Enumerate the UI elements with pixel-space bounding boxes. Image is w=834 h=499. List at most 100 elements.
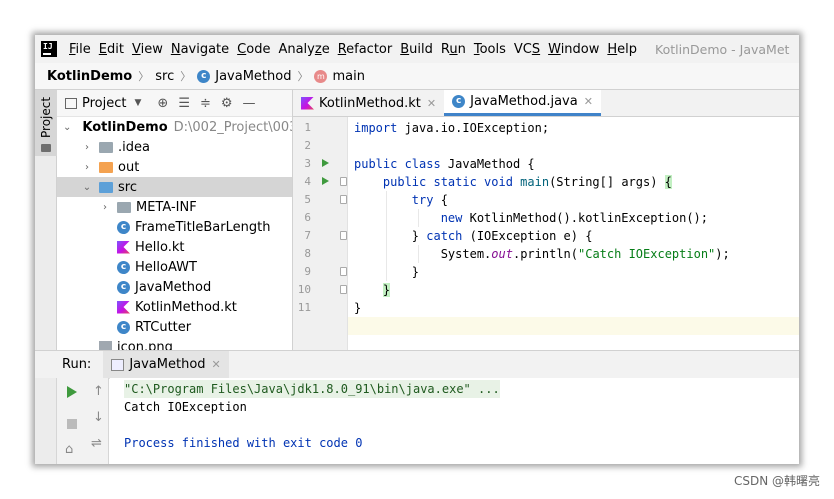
code-token: { [440, 193, 448, 207]
code-token: KotlinMethod().kotlinException(); [469, 211, 709, 225]
tree-item[interactable]: icon.png [57, 337, 292, 350]
menu-item[interactable]: Refactor [334, 42, 397, 57]
line-number: 3 [304, 157, 311, 170]
fold-icon[interactable] [340, 267, 347, 276]
tree-item-label: .idea [118, 139, 150, 155]
editor-tab[interactable]: KotlinMethod.kt ✕ [293, 90, 444, 116]
code-token: ); [715, 247, 730, 261]
menu-item[interactable]: Analyze [274, 42, 333, 57]
class-icon: c [117, 280, 130, 294]
project-tool-tab-label: Project [39, 96, 53, 138]
menu-item[interactable]: Tools [470, 42, 510, 57]
collapse-all-icon[interactable]: ≑ [200, 96, 211, 111]
tree-item[interactable]: ⌄ src [57, 177, 292, 197]
tree-item[interactable]: Hello.kt [57, 237, 292, 257]
camera-icon[interactable]: ⌂ [65, 442, 73, 457]
image-file-icon [99, 341, 112, 350]
arrow-up-icon[interactable]: ↑ [93, 384, 104, 399]
code-token: main [520, 175, 550, 189]
chevron-right-icon[interactable]: › [99, 202, 111, 213]
ide-window: IJ File Edit View Navigate Code Analyze Refact… [35, 35, 799, 464]
close-icon[interactable]: ✕ [584, 95, 593, 108]
menu-item[interactable]: Run [437, 42, 470, 57]
kotlin-file-icon [117, 240, 130, 254]
locate-icon[interactable]: ⊕ [157, 96, 168, 111]
run-label: Run: [62, 357, 92, 372]
chevron-down-icon[interactable]: ⌄ [81, 182, 93, 193]
breadcrumb-class[interactable]: c JavaMethod [197, 69, 291, 84]
code-token: .println( [512, 247, 578, 261]
menu-item[interactable]: Help [603, 42, 641, 57]
menu-item[interactable]: File [65, 42, 95, 57]
menu-item[interactable]: Navigate [167, 42, 233, 57]
breadcrumb-method[interactable]: m main [314, 69, 365, 84]
fold-icon[interactable] [340, 231, 347, 240]
breadcrumb-project[interactable]: KotlinDemo [47, 69, 132, 84]
run-left-strip [35, 378, 57, 464]
code-token: } [354, 265, 420, 279]
tree-item[interactable]: c RTCutter [57, 317, 292, 337]
watermark: CSDN @韩曙亮 [733, 474, 820, 488]
editor-tab[interactable]: c JavaMethod.java ✕ [444, 90, 601, 116]
tree-item-label: Hello.kt [135, 239, 185, 255]
soft-wrap-icon[interactable]: ⇌ [91, 436, 102, 451]
run-tab-javamethod[interactable]: JavaMethod ✕ [103, 350, 229, 379]
line-number: 5 [304, 193, 311, 206]
code-token: } [354, 229, 427, 243]
code-token: System. [354, 247, 492, 261]
code-token: public static void [354, 175, 521, 189]
code-token: { [664, 175, 672, 189]
menu-item[interactable]: VCS [510, 42, 544, 57]
chevron-right-icon[interactable]: › [81, 162, 93, 173]
tree-item[interactable]: c JavaMethod [57, 277, 292, 297]
menu-item[interactable]: View [128, 42, 167, 57]
gear-icon[interactable]: ⚙ [221, 96, 233, 111]
fold-icon[interactable] [340, 177, 347, 186]
editor-tab-label: JavaMethod.java [470, 94, 578, 109]
close-icon[interactable]: ✕ [212, 358, 221, 371]
close-icon[interactable]: ✕ [427, 97, 436, 110]
tree-item[interactable]: ⌄ KotlinDemo D:\002_Project\003_ [57, 117, 292, 137]
tree-item-label: META-INF [136, 199, 197, 215]
code-line: import java.io.IOException; [354, 119, 549, 137]
tree-item[interactable]: › META-INF [57, 197, 292, 217]
menu-item[interactable]: Window [544, 42, 603, 57]
tree-item[interactable]: c FrameTitleBarLength [57, 217, 292, 237]
class-icon: c [117, 220, 130, 234]
chevron-right-icon[interactable]: › [81, 142, 93, 153]
editor-tab-label: KotlinMethod.kt [319, 95, 421, 111]
menu-item[interactable]: Edit [95, 42, 128, 57]
fold-icon[interactable] [340, 195, 347, 204]
project-tool-tab[interactable]: Project [35, 90, 57, 156]
stop-icon[interactable] [67, 419, 77, 429]
breadcrumb-folder[interactable]: src [155, 69, 174, 84]
rerun-icon[interactable] [67, 386, 77, 398]
tree-item[interactable]: KotlinMethod.kt [57, 297, 292, 317]
run-gutter-icon[interactable] [322, 177, 329, 185]
code-line: System.out.println("Catch IOException"); [354, 245, 730, 263]
run-gutter-icon[interactable] [322, 159, 329, 167]
code-token: catch [426, 229, 470, 243]
tree-item[interactable]: c HelloAWT [57, 257, 292, 277]
tree-item-label: out [118, 159, 140, 175]
fold-icon[interactable] [340, 285, 347, 294]
code-line: public class JavaMethod { [354, 155, 535, 173]
code-editor[interactable]: 1 2 3 4 5 6 7 8 9 10 11 import java.io.IOException… [293, 117, 799, 350]
line-number: 11 [297, 301, 311, 314]
project-view-selector[interactable]: Project ▼ [65, 96, 141, 111]
tree-item[interactable]: › out [57, 157, 292, 177]
code-token: JavaMethod { [447, 157, 535, 171]
tree-item[interactable]: › .idea [57, 137, 292, 157]
tree-item-label: RTCutter [135, 319, 192, 335]
console-line: "C:\Program Files\Java\jdk1.8.0_91\bin\j… [124, 380, 500, 398]
arrow-down-icon[interactable]: ↓ [93, 410, 104, 425]
menu-item[interactable]: Code [233, 42, 274, 57]
menu-item[interactable]: Build [396, 42, 437, 57]
run-console[interactable]: "C:\Program Files\Java\jdk1.8.0_91\bin\j… [110, 378, 799, 464]
hide-icon[interactable]: — [243, 96, 256, 111]
code-line: } [354, 281, 391, 299]
line-number: 9 [304, 265, 311, 278]
breadcrumb-separator-icon: 〉 [138, 70, 150, 83]
chevron-down-icon[interactable]: ⌄ [63, 122, 71, 133]
expand-all-icon[interactable]: ☰ [178, 96, 190, 111]
